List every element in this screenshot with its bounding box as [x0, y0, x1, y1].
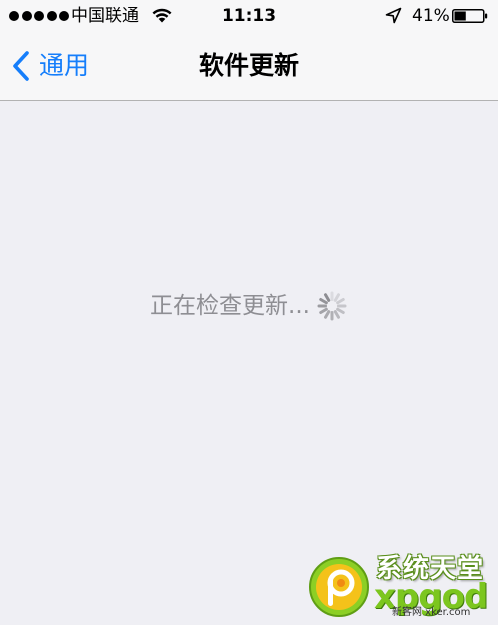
spinner-spoke: [319, 298, 328, 305]
status-bar: 中国联通 11:13 41%: [0, 0, 498, 32]
spinner-spoke: [319, 307, 328, 314]
spinner-spoke: [336, 307, 345, 314]
battery-icon: [452, 9, 488, 23]
battery-percent: 41%: [412, 6, 450, 26]
checking-status: 正在检查更新...: [0, 290, 498, 322]
spinner-spoke: [323, 293, 331, 302]
watermark-url: 新客网 xker.com: [392, 607, 471, 618]
location-arrow-icon: [385, 7, 402, 24]
spinner-spoke: [323, 310, 331, 319]
spinner-spoke: [336, 298, 345, 305]
site-watermark: 系统天堂 xpgod 新客网 xker.com: [308, 552, 498, 625]
spinner-spoke: [333, 293, 340, 302]
content-area: 正在检查更新...: [0, 101, 498, 625]
checking-status-text: 正在检查更新...: [150, 293, 310, 319]
spinner-spoke: [333, 310, 340, 319]
software-update-screen: 中国联通 11:13 41% 通用 软件更新 正在检查更新... 系统天堂 xp…: [0, 0, 498, 625]
navigation-bar: 通用 软件更新: [0, 32, 498, 101]
activity-spinner-icon: [317, 291, 347, 321]
page-title: 软件更新: [198, 51, 299, 80]
xpgod-logo-icon: [309, 557, 369, 617]
